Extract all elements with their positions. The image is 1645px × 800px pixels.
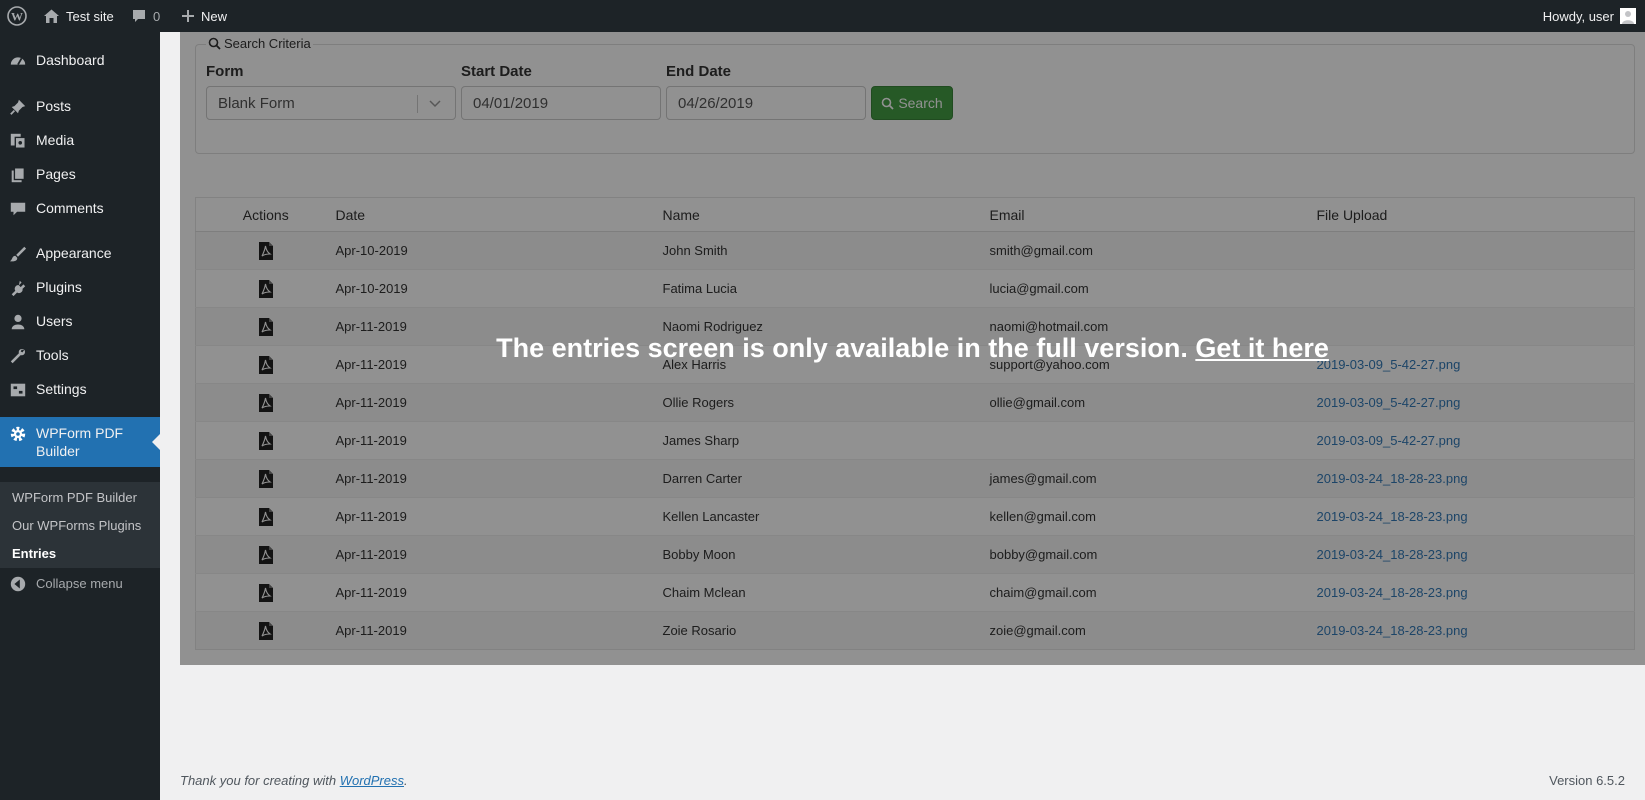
comments-count: 0 [153, 8, 161, 24]
comment-icon [10, 202, 26, 216]
sidebar-item-appearance[interactable]: Appearance [0, 236, 160, 270]
admin-sidebar: Dashboard Posts Media Pages Comments App… [0, 32, 160, 800]
footer-thanks-suffix: . [404, 773, 408, 788]
admin-bar: W Test site 0 New Howdy, user [0, 0, 1645, 32]
dashboard-icon [10, 57, 26, 66]
sidebar-item-label: WPForm PDF Builder [36, 425, 124, 459]
howdy-text: Howdy, user [1542, 8, 1614, 24]
site-name: Test site [66, 8, 114, 24]
submenu-item-our-plugins[interactable]: Our WPForms Plugins [12, 518, 141, 533]
sidebar-item-pages[interactable]: Pages [0, 157, 160, 191]
wordpress-logo-icon[interactable]: W [7, 0, 27, 32]
get-it-here-link[interactable]: Get it here [1195, 333, 1329, 363]
my-account-link[interactable]: Howdy, user [1543, 0, 1636, 32]
sidebar-item-label: Settings [36, 381, 87, 397]
pages-icon [11, 167, 25, 183]
comment-icon [133, 10, 145, 22]
collapse-menu-label: Collapse menu [36, 575, 123, 591]
brush-icon [9, 246, 27, 262]
sidebar-item-label: Pages [36, 166, 76, 182]
upgrade-message: The entries screen is only available in … [180, 333, 1645, 364]
collapse-icon [10, 576, 26, 592]
upgrade-message-text: The entries screen is only available in … [496, 333, 1188, 363]
sidebar-item-dashboard[interactable]: Dashboard [0, 43, 160, 77]
sidebar-item-media[interactable]: Media [0, 123, 160, 157]
sidebar-item-label: Users [36, 313, 73, 329]
sidebar-item-label: Media [36, 132, 75, 148]
collapse-menu-button[interactable]: Collapse menu [0, 566, 160, 600]
sidebar-item-users[interactable]: Users [0, 304, 160, 338]
sidebar-item-settings[interactable]: Settings [0, 372, 160, 406]
avatar [1620, 8, 1636, 24]
site-name-link[interactable]: Test site [43, 0, 114, 32]
sidebar-item-label: Plugins [36, 279, 82, 295]
plus-icon [182, 10, 194, 22]
home-icon [44, 9, 59, 23]
svg-text:W: W [11, 10, 23, 24]
footer-thanks-text: Thank you for creating with [180, 773, 337, 788]
new-label: New [201, 8, 228, 24]
footer-version: Version 6.5.2 [1549, 773, 1625, 788]
submenu-item-entries[interactable]: Entries [12, 546, 56, 561]
new-content-link[interactable]: New [181, 0, 227, 32]
sidebar-item-plugins[interactable]: Plugins [0, 270, 160, 304]
sidebar-item-tools[interactable]: Tools [0, 338, 160, 372]
sidebar-item-comments[interactable]: Comments [0, 191, 160, 225]
sidebar-item-label: Dashboard [36, 52, 105, 68]
sidebar-item-wpform-pdf-builder[interactable]: WPForm PDF Builder [0, 417, 160, 467]
sidebar-item-label: Comments [36, 200, 104, 216]
footer-thanks: Thank you for creating with WordPress. [180, 773, 408, 788]
wordpress-link[interactable]: WordPress [340, 773, 404, 788]
sidebar-item-label: Appearance [36, 245, 112, 261]
plug-icon [11, 280, 26, 297]
sidebar-item-label: Posts [36, 98, 72, 114]
sidebar-item-label: Tools [36, 347, 69, 363]
comments-link[interactable]: 0 [131, 0, 160, 32]
settings-icon [10, 383, 26, 397]
user-icon [11, 314, 25, 330]
wrench-icon [10, 348, 26, 364]
media-icon [10, 133, 26, 149]
submenu-item-wpform-pdf-builder[interactable]: WPForm PDF Builder [12, 490, 137, 505]
sidebar-item-posts[interactable]: Posts [0, 89, 160, 123]
pin-icon [10, 99, 26, 115]
gear-icon [10, 426, 26, 442]
submenu: WPForm PDF Builder Our WPForms Plugins E… [0, 482, 160, 568]
upgrade-overlay: The entries screen is only available in … [180, 32, 1645, 665]
